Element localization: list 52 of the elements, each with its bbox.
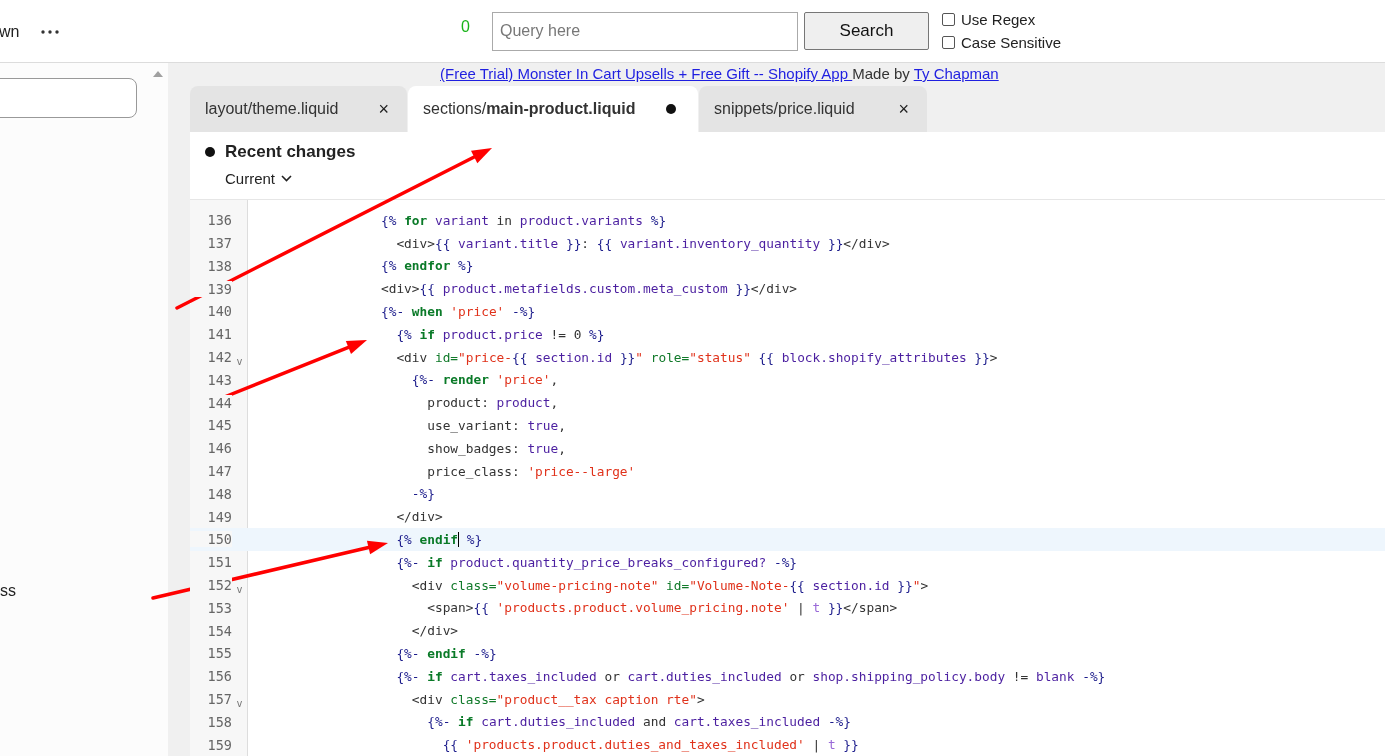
code-line: <div id="price-{{ section.id }}" role="status" {{ block.shopify_attributes }}> (395, 349, 998, 365)
version-dropdown[interactable]: Current (225, 170, 293, 187)
file-tab[interactable]: sections/main-product.liquid (408, 86, 698, 132)
sidebar-search-field[interactable] (0, 78, 137, 118)
fold-marker[interactable]: v (236, 355, 243, 367)
search-button[interactable]: Search (804, 12, 929, 50)
file-tab[interactable]: snippets/price.liquid × (699, 86, 927, 132)
code-line: {%- if product.quantity_price_breaks_configured? -%} (395, 554, 798, 570)
code-line: {%- render 'price', (410, 372, 559, 388)
app-link[interactable]: (Free Trial) Monster In Cart Upsells + Free Gift -- Shopify App (440, 65, 853, 82)
line-number: 152 (190, 577, 232, 593)
code-line: -%} (410, 486, 435, 502)
sidebar-item[interactable]: ss (0, 582, 16, 600)
code-line: {%- if cart.taxes_included or cart.duties_included or shop.shipping_policy.body != blank -%} (395, 668, 1106, 684)
code-line: {% if product.price != 0 %} (395, 326, 605, 342)
scroll-up-icon[interactable] (153, 71, 163, 77)
checkbox-label[interactable]: Use Regex (961, 11, 1036, 28)
author-link[interactable]: Ty Chapman (913, 65, 999, 82)
code-line: <span>{{ 'products.product.volume_pricing.note' | t }}</span> (426, 600, 898, 616)
code-line: <div class="volume-pricing-note" id="Volume-Note-{{ section.id }}"> (410, 577, 929, 593)
close-icon[interactable]: × (378, 98, 389, 120)
code-line: {% endfor %} (381, 258, 474, 274)
code-line: </div> (395, 509, 443, 525)
fold-marker[interactable]: v (236, 583, 243, 595)
credit-line: (Free Trial) Monster In Cart Upsells + Free Gift -- Shopify App Made by Ty Chapman (440, 64, 1000, 84)
close-icon[interactable]: × (898, 98, 909, 120)
dot-icon (205, 147, 215, 157)
code-line: <div>{{ variant.title }}: {{ variant.inventory_quantity }}</div> (395, 235, 890, 251)
code-line: {%- if cart.duties_included and cart.taxes_included -%} (426, 714, 851, 730)
code-line: {%- endif -%} (395, 645, 497, 661)
code-line: <div class="product__tax caption rte"> (410, 691, 705, 707)
match-count: 0 (460, 18, 471, 36)
file-tab[interactable]: layout/theme.liquid × (190, 86, 407, 132)
code-line: show_badges: true, (426, 440, 566, 456)
checkbox-label[interactable]: Case Sensitive (961, 34, 1062, 51)
code-line: use_variant: true, (426, 417, 566, 433)
query-field[interactable]: Query here (492, 11, 798, 51)
recent-changes-title: Recent changes (225, 142, 356, 162)
fold-marker[interactable]: v (236, 697, 243, 709)
chevron-down-icon (281, 175, 293, 182)
code-line: product: product, (426, 395, 559, 411)
code-line: {% endif %} (395, 531, 483, 547)
checkbox[interactable] (942, 36, 955, 49)
code-line: {%- when 'price' -%} (381, 303, 536, 319)
checkbox[interactable] (942, 13, 955, 26)
code-line: {{ 'products.product.duties_and_taxes_included' | t }} (441, 737, 859, 753)
code-line: </div> (410, 623, 459, 639)
code-line: {% for variant in product.variants %} (381, 212, 667, 228)
more-icon[interactable] (41, 30, 60, 34)
line-number: 150 (190, 531, 232, 548)
code-line: <div>{{ product.metafields.custom.meta_custom }}</div> (381, 281, 798, 297)
code-line: price_class: 'price--large' (426, 463, 636, 479)
